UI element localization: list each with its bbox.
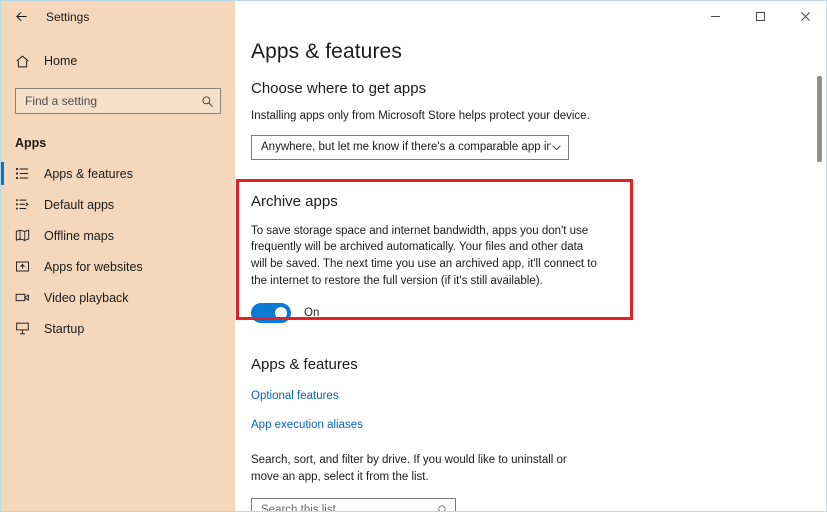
video-playback-icon — [15, 290, 35, 305]
page-title: Apps & features — [251, 40, 402, 63]
sidebar-group-title: Apps — [15, 136, 47, 150]
archive-apps-title: Archive apps — [251, 192, 338, 210]
sidebar-item-video-playback[interactable]: Video playback — [1, 282, 235, 313]
main-content: Apps & features Choose where to get apps… — [235, 32, 826, 511]
title-bar-left: Settings — [1, 1, 235, 32]
offline-maps-icon — [15, 228, 35, 243]
minimize-button[interactable] — [693, 1, 738, 32]
sidebar-item-label: Offline maps — [44, 228, 114, 243]
app-execution-aliases-link[interactable]: App execution aliases — [251, 419, 826, 431]
search-input[interactable] — [25, 94, 201, 108]
apps-features-icon — [15, 166, 35, 181]
archive-apps-toggle-row: On — [251, 303, 826, 324]
sidebar-item-apps-features[interactable]: Apps & features — [1, 158, 235, 189]
startup-icon — [15, 321, 35, 336]
close-button[interactable] — [783, 1, 826, 32]
sidebar-item-label: Startup — [44, 321, 85, 336]
apps-features-section: Apps & features Optional features App ex… — [251, 356, 826, 511]
archive-apps-section: Archive apps To save storage space and i… — [251, 192, 826, 324]
window-controls — [235, 1, 826, 32]
sidebar-item-label: Default apps — [44, 197, 115, 212]
back-arrow-icon — [15, 12, 27, 21]
choose-where-title: Choose where to get apps — [251, 80, 427, 97]
sidebar-item-label: Apps & features — [44, 166, 133, 181]
maximize-icon — [756, 12, 765, 21]
vertical-scrollbar[interactable] — [813, 32, 826, 511]
close-icon — [801, 12, 810, 21]
scrollbar-thumb[interactable] — [817, 76, 822, 162]
minimize-icon — [711, 16, 720, 17]
sidebar-item-home[interactable]: Home — [1, 46, 235, 76]
default-apps-icon — [15, 197, 35, 212]
window-title: Settings — [46, 9, 90, 24]
archive-apps-description: To save storage space and internet bandw… — [251, 224, 597, 287]
apps-features-description: Search, sort, and filter by drive. If yo… — [251, 454, 567, 484]
search-icon — [201, 95, 214, 108]
app-list-search-input[interactable] — [261, 504, 437, 511]
optional-features-link[interactable]: Optional features — [251, 390, 826, 402]
chevron-down-icon — [551, 142, 562, 153]
sidebar-search-box[interactable] — [15, 88, 221, 114]
app-source-dropdown[interactable]: Anywhere, but let me know if there's a c… — [251, 134, 569, 160]
settings-window: Settings Home Find a setting Apps Apps &… — [0, 0, 827, 512]
sidebar-item-default-apps[interactable]: Default apps — [1, 189, 235, 220]
toggle-knob — [275, 307, 287, 320]
sidebar-item-apps-for-websites[interactable]: Apps for websites — [1, 251, 235, 282]
home-icon — [15, 54, 37, 69]
archive-apps-toggle-label: On — [304, 307, 320, 320]
app-list-search-box[interactable] — [251, 497, 456, 511]
archive-apps-toggle[interactable] — [251, 303, 291, 324]
sidebar-item-label: Apps for websites — [44, 259, 143, 274]
back-button[interactable] — [1, 1, 41, 32]
sidebar-item-startup[interactable]: Startup — [1, 313, 235, 344]
search-icon — [437, 504, 449, 511]
sidebar-item-label: Video playback — [44, 290, 129, 305]
sidebar-item-offline-maps[interactable]: Offline maps — [1, 220, 235, 251]
apps-for-websites-icon — [15, 259, 35, 274]
app-source-dropdown-value: Anywhere, but let me know if there's a c… — [261, 141, 551, 154]
choose-where-description: Installing apps only from Microsoft Stor… — [251, 110, 590, 122]
title-bar: Settings — [1, 1, 826, 32]
apps-features-section-title: Apps & features — [251, 356, 358, 374]
sidebar-home-label: Home — [44, 54, 78, 68]
maximize-button[interactable] — [738, 1, 783, 32]
sidebar: Home Apps — [1, 32, 235, 511]
selection-indicator — [1, 162, 4, 185]
